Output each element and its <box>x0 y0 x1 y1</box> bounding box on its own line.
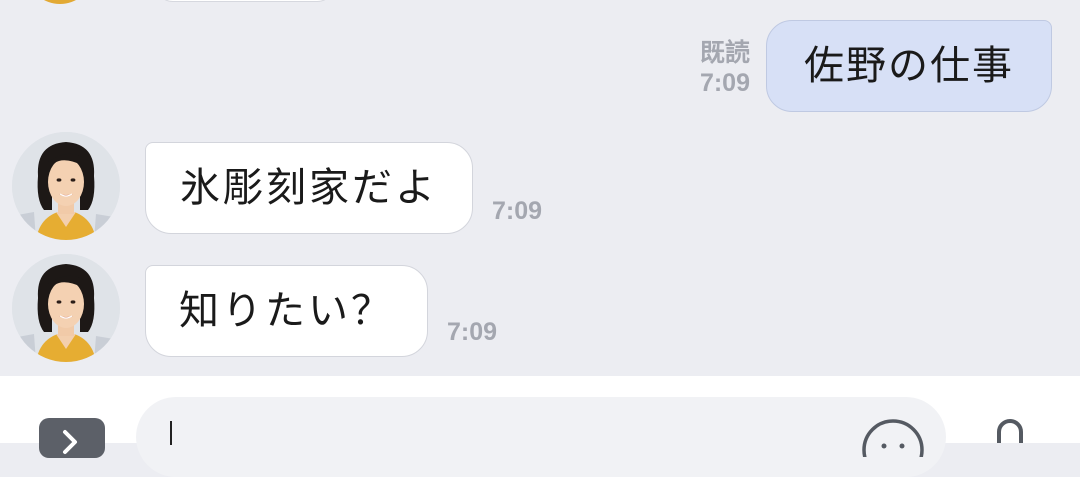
contact-avatar[interactable] <box>12 254 120 362</box>
contact-avatar[interactable] <box>12 132 120 240</box>
voice-input-button[interactable] <box>988 417 1034 443</box>
message-time: 7:09 <box>447 318 498 346</box>
microphone-icon <box>997 419 1023 443</box>
message-bubble-incoming[interactable]: 氷彫刻家だよ <box>145 142 473 234</box>
text-cursor <box>170 421 172 445</box>
contact-avatar[interactable] <box>30 0 90 4</box>
message-bubble-outgoing[interactable]: 佐野の仕事 <box>766 20 1052 112</box>
chevron-right-icon <box>63 430 77 454</box>
message-text: 知りたい？ <box>179 288 394 334</box>
message-text: 佐野の仕事 <box>804 43 1014 89</box>
message-time: 7:09 <box>492 197 543 225</box>
message-input-bar <box>0 376 1080 477</box>
expand-menu-button[interactable] <box>39 418 105 458</box>
message-bubble-incoming[interactable]: 知りたい？ <box>145 265 428 357</box>
message-text: 氷彫刻家だよ <box>180 165 438 211</box>
chat-area: 既読 7:09 佐野の仕事 氷彫刻家だよ 7:09 知りたい？ 7:09 <box>0 0 1080 376</box>
message-time: 7:09 <box>699 69 750 97</box>
message-bubble-incoming[interactable] <box>155 0 335 2</box>
smiley-icon <box>862 419 924 457</box>
message-meta: 既読 7:09 <box>680 38 750 98</box>
emoji-button[interactable] <box>860 417 926 457</box>
message-input[interactable] <box>136 397 946 477</box>
read-receipt: 既読 <box>699 39 750 67</box>
